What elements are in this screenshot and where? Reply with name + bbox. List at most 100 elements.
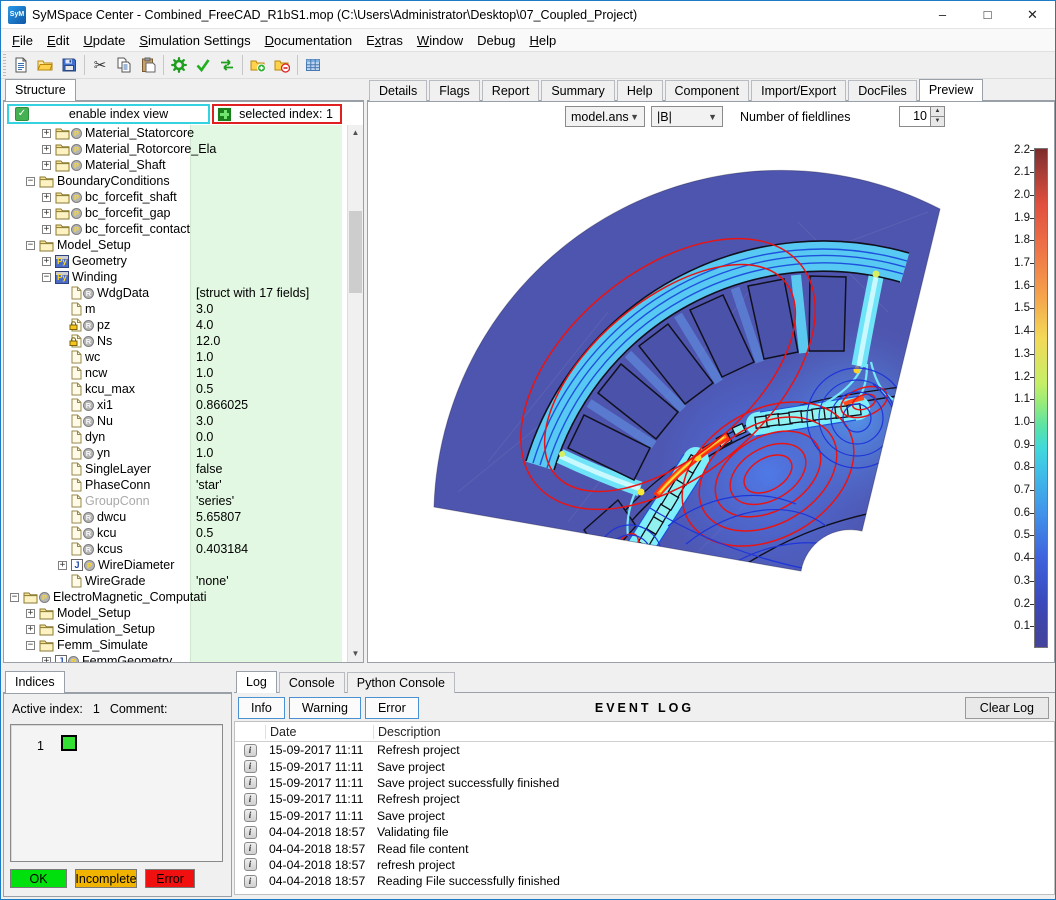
scroll-up-icon[interactable]: ▲ xyxy=(348,125,363,141)
folder-add-icon[interactable] xyxy=(246,53,270,77)
tab-docfiles[interactable]: DocFiles xyxy=(848,80,917,101)
paste-icon[interactable] xyxy=(136,53,160,77)
tree-item-bc_forcefit_contact[interactable]: +Pbc_forcefit_contact xyxy=(4,221,347,237)
index-status-square[interactable] xyxy=(61,735,77,751)
grid-table-icon[interactable] xyxy=(301,53,325,77)
run-gear-icon[interactable] xyxy=(167,53,191,77)
tree-item-singlelayer[interactable]: SingleLayerfalse xyxy=(4,461,347,477)
tree-item-bc_forcefit_shaft[interactable]: +Pbc_forcefit_shaft xyxy=(4,189,347,205)
tab-summary[interactable]: Summary xyxy=(541,80,614,101)
spin-down-icon[interactable]: ▼ xyxy=(931,116,944,126)
filter-info-button[interactable]: Info xyxy=(238,697,285,719)
tree-item-ncw[interactable]: ncw1.0 xyxy=(4,365,347,381)
folder-remove-icon[interactable] xyxy=(270,53,294,77)
tree-item-model_setup[interactable]: +Model_Setup xyxy=(4,605,347,621)
open-icon[interactable] xyxy=(33,53,57,77)
collapse-icon[interactable]: − xyxy=(42,273,51,282)
expand-icon[interactable]: + xyxy=(42,193,51,202)
expand-icon[interactable]: + xyxy=(42,225,51,234)
tab-console[interactable]: Console xyxy=(279,672,345,693)
tab-component[interactable]: Component xyxy=(665,80,750,101)
tree-item-pz[interactable]: Rpz4.0 xyxy=(4,317,347,333)
tree-item-material_statorcore[interactable]: +PMaterial_Statorcore xyxy=(4,125,347,141)
tab-structure[interactable]: Structure xyxy=(5,79,76,101)
sync-arrows-icon[interactable] xyxy=(215,53,239,77)
log-row[interactable]: i15-09-2017 11:11Refresh project xyxy=(235,791,1054,807)
tree-item-dwcu[interactable]: Rdwcu5.65807 xyxy=(4,509,347,525)
tree-item-winding[interactable]: −PyWinding xyxy=(4,269,347,285)
tab-log[interactable]: Log xyxy=(236,671,277,693)
expand-icon[interactable]: + xyxy=(42,209,51,218)
tree-item-material_shaft[interactable]: +PMaterial_Shaft xyxy=(4,157,347,173)
checkbox-icon[interactable]: ✓ xyxy=(15,107,29,121)
expand-icon[interactable]: + xyxy=(58,561,67,570)
tree-item-simulation_setup[interactable]: +Simulation_Setup xyxy=(4,621,347,637)
tab-details[interactable]: Details xyxy=(369,80,427,101)
tree-item-femmgeometry[interactable]: +JPFemmGeometry xyxy=(4,653,347,662)
log-row[interactable]: i15-09-2017 11:11Save project xyxy=(235,758,1054,774)
tree-item-dyn[interactable]: dyn0.0 xyxy=(4,429,347,445)
tree-item-boundaryconditions[interactable]: −BoundaryConditions xyxy=(4,173,347,189)
expand-icon[interactable]: + xyxy=(42,129,51,138)
collapse-icon[interactable]: − xyxy=(10,593,19,602)
tree-item-kcus[interactable]: Rkcus0.403184 xyxy=(4,541,347,557)
status-error-button[interactable]: Error xyxy=(145,869,195,888)
log-row[interactable]: i15-09-2017 11:11Save project xyxy=(235,808,1054,824)
expand-icon[interactable]: + xyxy=(42,161,51,170)
maximize-button[interactable]: □ xyxy=(965,1,1010,29)
menu-window[interactable]: Window xyxy=(410,31,470,50)
filter-warning-button[interactable]: Warning xyxy=(289,697,361,719)
tab-help[interactable]: Help xyxy=(617,80,663,101)
tree-item-electromagnetic_computati[interactable]: −PElectroMagnetic_Computati xyxy=(4,589,347,605)
log-row[interactable]: i15-09-2017 11:11Save project successful… xyxy=(235,775,1054,791)
menu-edit[interactable]: Edit xyxy=(40,31,76,50)
expand-icon[interactable]: + xyxy=(26,609,35,618)
enable-index-view-toggle[interactable]: ✓ enable index view xyxy=(7,104,210,124)
column-description[interactable]: Description xyxy=(373,725,1054,739)
tree-item-geometry[interactable]: +PyGeometry xyxy=(4,253,347,269)
validate-check-icon[interactable] xyxy=(191,53,215,77)
log-row[interactable]: i04-04-2018 18:57Reading File successful… xyxy=(235,873,1054,889)
menu-extras[interactable]: Extras xyxy=(359,31,410,50)
tab-import-export[interactable]: Import/Export xyxy=(751,80,846,101)
tree-item-m[interactable]: m3.0 xyxy=(4,301,347,317)
tree-item-material_rotorcore_ela[interactable]: +PMaterial_Rotorcore_Ela xyxy=(4,141,347,157)
status-incomplete-button[interactable]: Incomplete xyxy=(75,869,137,888)
tab-flags[interactable]: Flags xyxy=(429,80,480,101)
tab-python-console[interactable]: Python Console xyxy=(347,672,455,693)
column-date[interactable]: Date xyxy=(265,725,373,739)
tree-item-kcu[interactable]: Rkcu0.5 xyxy=(4,525,347,541)
fieldlines-value[interactable]: 10 xyxy=(900,107,930,126)
tree-item-phaseconn[interactable]: PhaseConn'star' xyxy=(4,477,347,493)
tree-item-wdgdata[interactable]: RWdgData[struct with 17 fields] xyxy=(4,285,347,301)
log-row[interactable]: i04-04-2018 18:57Validating file xyxy=(235,824,1054,840)
tree-item-yn[interactable]: Ryn1.0 xyxy=(4,445,347,461)
expand-icon[interactable]: + xyxy=(42,145,51,154)
status-ok-button[interactable]: OK xyxy=(10,869,67,888)
expand-icon[interactable]: + xyxy=(42,257,51,266)
save-icon[interactable] xyxy=(57,53,81,77)
menu-debug[interactable]: Debug xyxy=(470,31,522,50)
tab-report[interactable]: Report xyxy=(482,80,540,101)
result-file-select[interactable]: model.ans▼ xyxy=(565,106,645,127)
menu-update[interactable]: Update xyxy=(76,31,132,50)
fieldlines-spinner[interactable]: 10 ▲▼ xyxy=(899,106,945,127)
log-row[interactable]: i04-04-2018 18:57refresh project xyxy=(235,857,1054,873)
collapse-icon[interactable]: − xyxy=(26,241,35,250)
tree-item-wirediameter[interactable]: +JPWireDiameter xyxy=(4,557,347,573)
tree-item-bc_forcefit_gap[interactable]: +Pbc_forcefit_gap xyxy=(4,205,347,221)
menu-documentation[interactable]: Documentation xyxy=(258,31,359,50)
horizontal-splitter[interactable] xyxy=(1,663,1055,671)
minimize-button[interactable]: – xyxy=(920,1,965,29)
tree-item-ns[interactable]: RNs12.0 xyxy=(4,333,347,349)
tree-item-xi1[interactable]: Rxi10.866025 xyxy=(4,397,347,413)
add-index-icon[interactable] xyxy=(217,107,232,122)
tree-scrollbar[interactable]: ▲ ▼ xyxy=(347,125,363,662)
cut-icon[interactable]: ✂ xyxy=(88,53,112,77)
log-row[interactable]: i04-04-2018 18:57Read file content xyxy=(235,840,1054,856)
expand-icon[interactable]: + xyxy=(42,657,51,663)
close-button[interactable]: ✕ xyxy=(1010,1,1055,29)
selected-index-box[interactable]: selected index: 1 xyxy=(212,104,342,124)
tree-item-femm_simulate[interactable]: −Femm_Simulate xyxy=(4,637,347,653)
tree-item-wc[interactable]: wc1.0 xyxy=(4,349,347,365)
